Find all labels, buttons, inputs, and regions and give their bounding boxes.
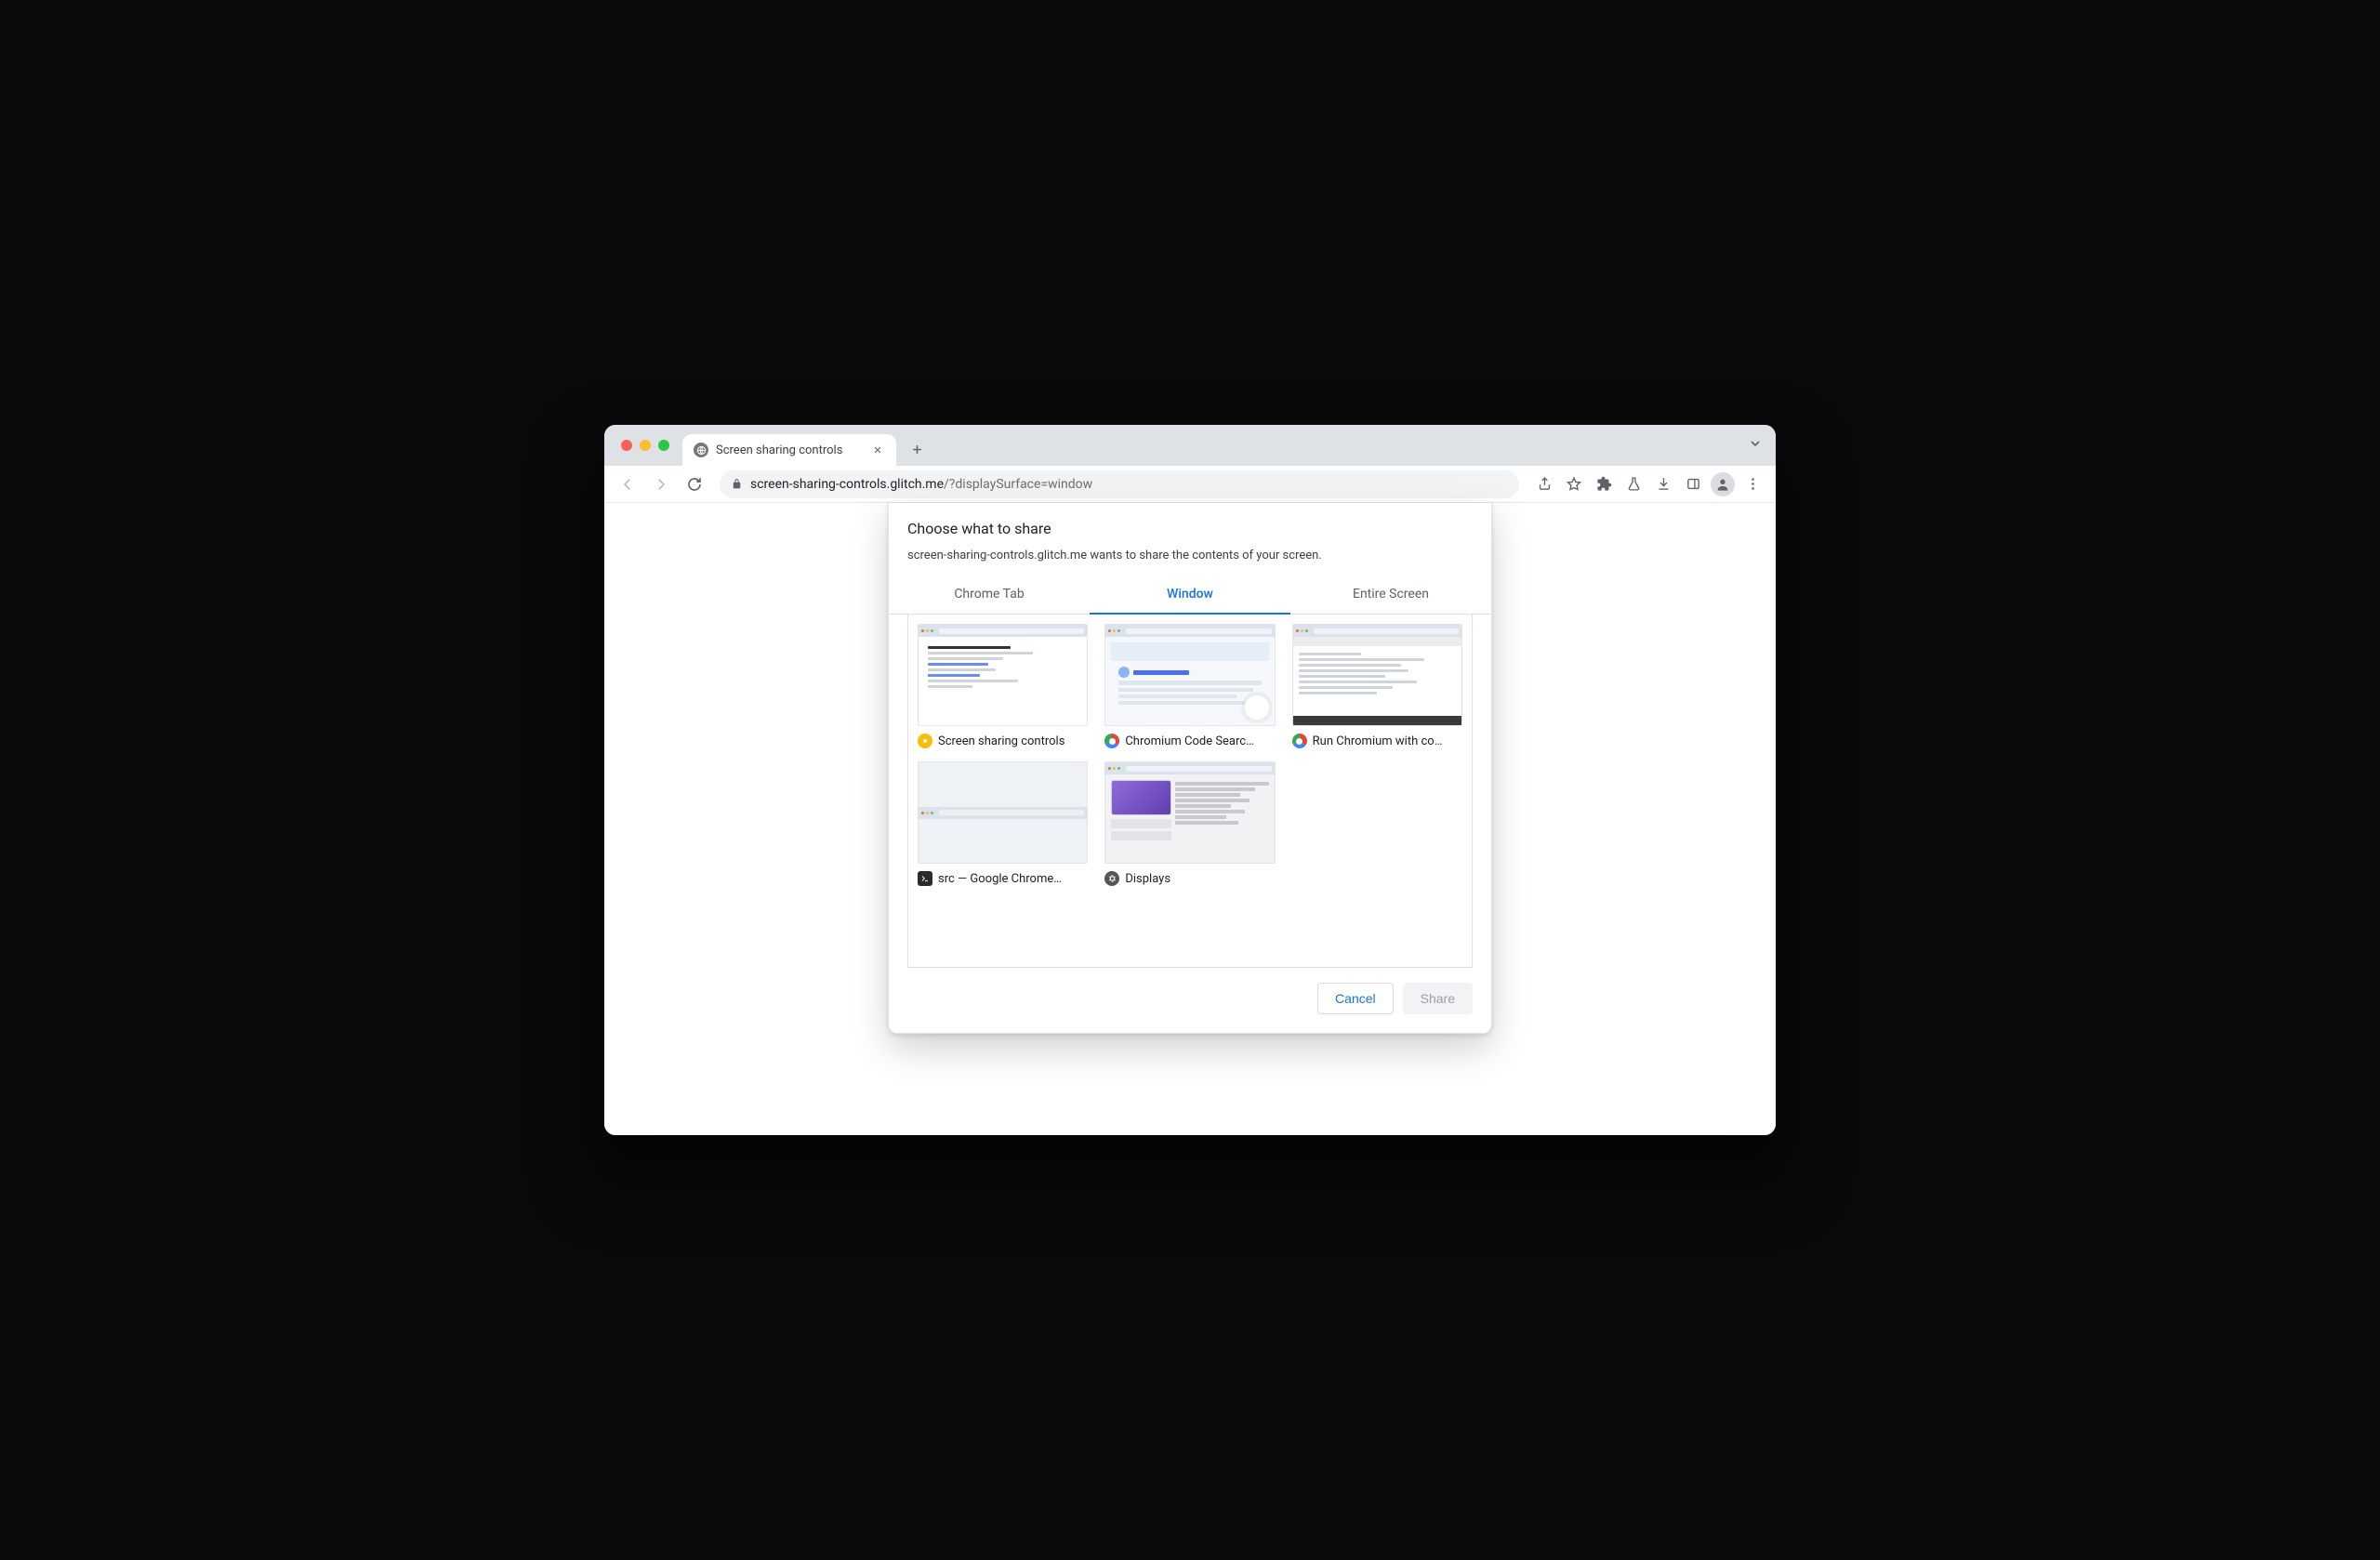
lock-icon <box>731 478 743 490</box>
window-zoom-button[interactable] <box>658 440 669 451</box>
address-bar[interactable]: screen-sharing-controls.glitch.me/?displ… <box>720 470 1519 498</box>
window-minimize-button[interactable] <box>640 440 651 451</box>
picker-tab-window[interactable]: Window <box>1090 575 1290 615</box>
picker-body: Screen sharing controls Chromium Code Sea… <box>907 615 1473 968</box>
profile-button[interactable] <box>1709 470 1737 498</box>
menu-button[interactable] <box>1739 470 1766 498</box>
tabs-menu-button[interactable] <box>1748 436 1763 451</box>
extensions-button[interactable] <box>1590 470 1618 498</box>
page-content: Choose what to share screen-sharing-cont… <box>604 503 1776 1135</box>
source-item-label: Run Chromium with co… <box>1292 734 1462 748</box>
url-text: screen-sharing-controls.glitch.me/?displ… <box>750 477 1092 492</box>
source-item-label: Chromium Code Searc… <box>1104 734 1275 748</box>
source-item[interactable]: Displays <box>1104 761 1275 886</box>
new-tab-button[interactable] <box>904 436 930 462</box>
source-item[interactable]: Run Chromium with co… <box>1292 624 1462 748</box>
picker-tab-chrome-tab[interactable]: Chrome Tab <box>889 575 1090 615</box>
side-panel-button[interactable] <box>1679 470 1707 498</box>
tab-strip: Screen sharing controls <box>604 425 1776 466</box>
tab-title: Screen sharing controls <box>716 443 842 457</box>
picker-tab-entire-screen[interactable]: Entire Screen <box>1290 575 1491 615</box>
source-item-text: Chromium Code Searc… <box>1125 734 1253 748</box>
share-button-dialog[interactable]: Share <box>1403 983 1473 1014</box>
globe-icon <box>694 443 708 457</box>
share-button[interactable] <box>1530 470 1558 498</box>
source-item-text: Screen sharing controls <box>938 734 1064 748</box>
source-item[interactable]: src — Google Chrome… <box>918 761 1088 886</box>
toolbar-right <box>1530 470 1766 498</box>
source-item-label: src — Google Chrome… <box>918 871 1088 886</box>
browser-tab[interactable]: Screen sharing controls <box>682 434 896 466</box>
source-item-label: Displays <box>1104 871 1275 886</box>
labs-button[interactable] <box>1620 470 1647 498</box>
source-item-text: src — Google Chrome… <box>938 872 1062 886</box>
source-item-text: Displays <box>1125 872 1170 886</box>
window-close-button[interactable] <box>621 440 632 451</box>
dialog-footer: Cancel Share <box>889 968 1491 1033</box>
bookmark-button[interactable] <box>1560 470 1588 498</box>
traffic-lights <box>615 425 682 466</box>
url-path: /?displaySurface=window <box>944 477 1092 492</box>
picker-tabs: Chrome Tab Window Entire Screen <box>889 575 1491 615</box>
back-button[interactable] <box>614 470 641 498</box>
dialog-title: Choose what to share <box>907 520 1473 537</box>
tab-close-button[interactable] <box>870 443 885 457</box>
dialog-subtitle: screen-sharing-controls.glitch.me wants … <box>907 549 1473 562</box>
source-item-text: Run Chromium with co… <box>1313 734 1443 748</box>
avatar-icon <box>1711 472 1735 496</box>
forward-button[interactable] <box>647 470 675 498</box>
downloads-button[interactable] <box>1649 470 1677 498</box>
screen-share-dialog: Choose what to share screen-sharing-cont… <box>888 503 1492 1034</box>
browser-window: Screen sharing controls screen-sha <box>604 425 1776 1135</box>
reload-button[interactable] <box>681 470 708 498</box>
source-item[interactable]: Screen sharing controls <box>918 624 1088 748</box>
url-host: screen-sharing-controls.glitch.me <box>750 477 944 492</box>
source-item[interactable]: Chromium Code Searc… <box>1104 624 1275 748</box>
source-item-label: Screen sharing controls <box>918 734 1088 748</box>
toolbar: screen-sharing-controls.glitch.me/?displ… <box>604 466 1776 503</box>
cancel-button[interactable]: Cancel <box>1317 983 1394 1014</box>
